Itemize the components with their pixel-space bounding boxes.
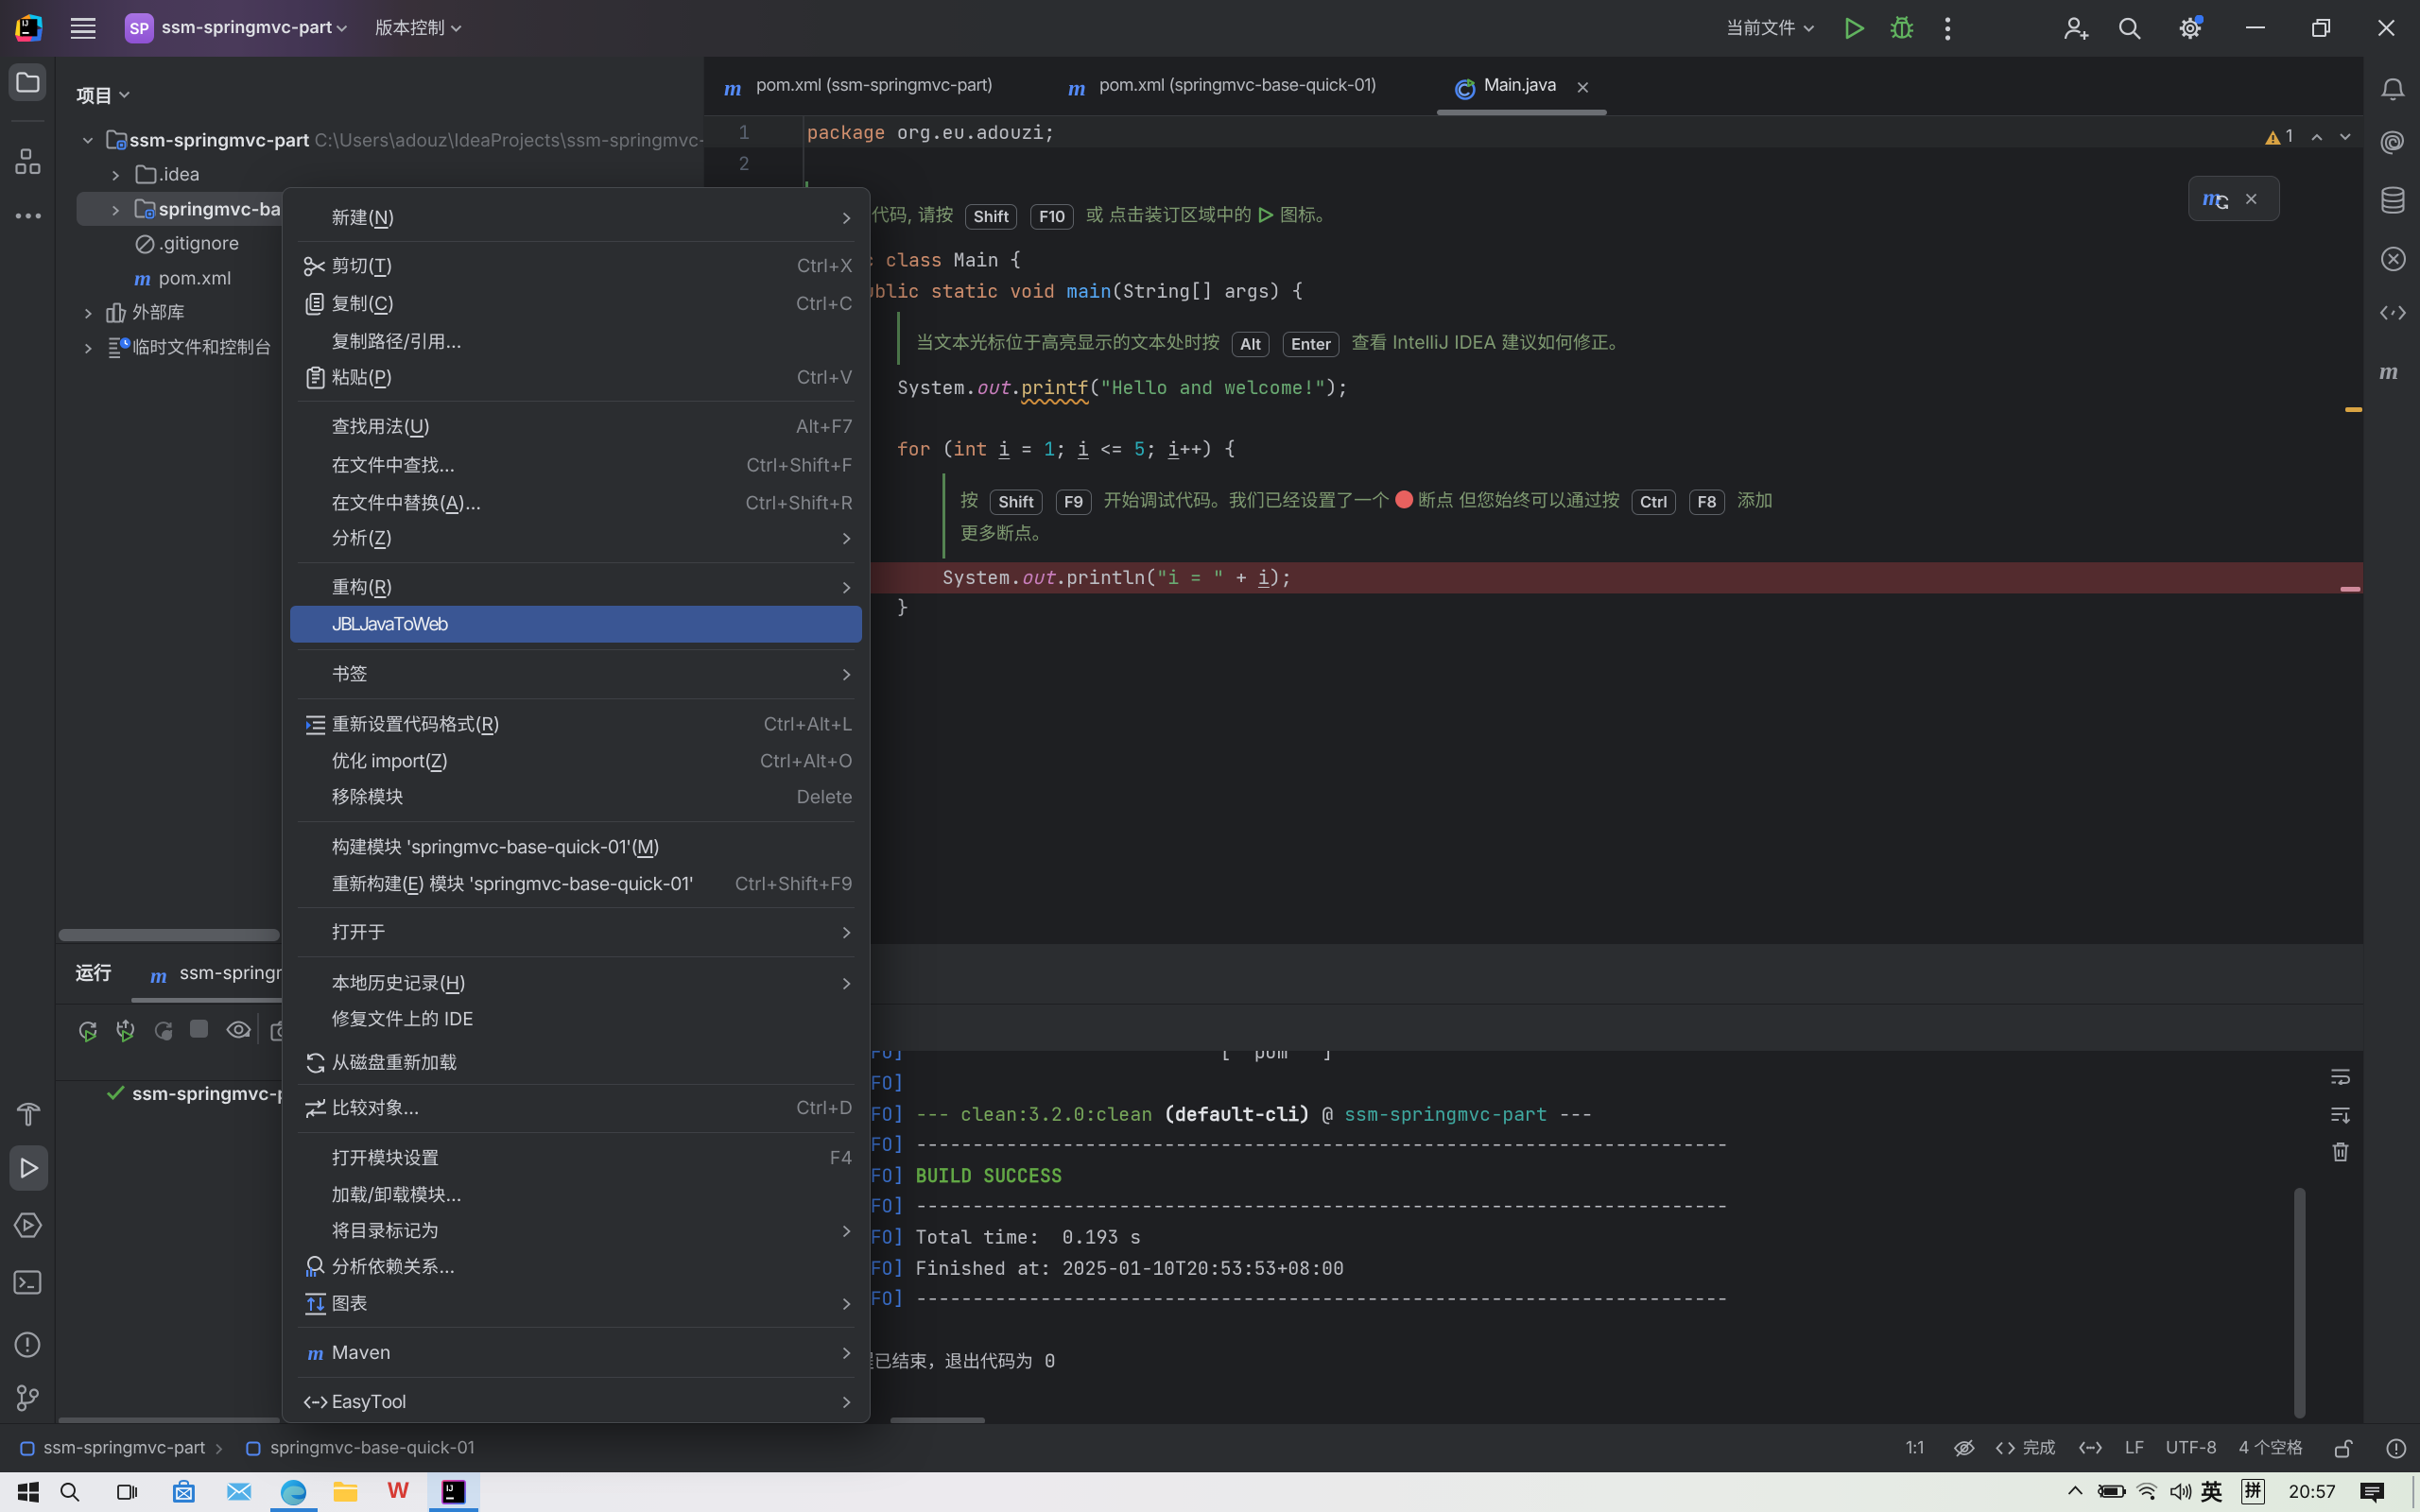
svg-text:IJ: IJ bbox=[22, 20, 28, 28]
svg-text:IJ: IJ bbox=[446, 1484, 454, 1493]
